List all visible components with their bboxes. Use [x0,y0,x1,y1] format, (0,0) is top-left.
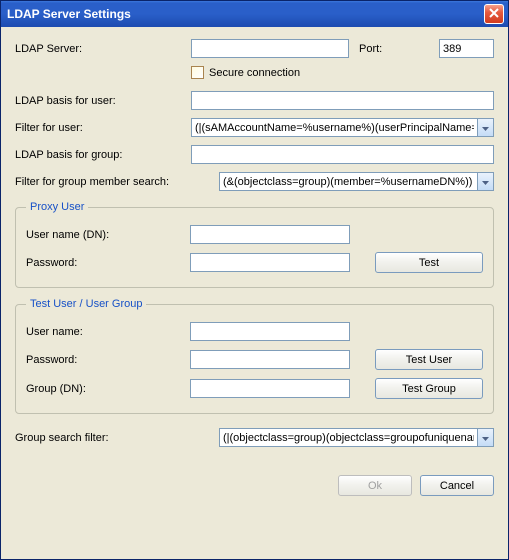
filter-user-label: Filter for user: [15,122,191,134]
test-button[interactable]: Test [375,252,483,273]
ok-button[interactable]: Ok [338,475,412,496]
filter-user-dropdown-button[interactable] [477,118,494,137]
test-group-button[interactable]: Test Group [375,378,483,399]
proxy-username-label: User name (DN): [26,229,190,241]
dialog-content: LDAP Server: Port: Secure connection LDA… [1,27,508,465]
secure-connection-label: Secure connection [209,67,300,79]
chevron-down-icon [482,176,489,188]
filter-group-member-input[interactable] [219,172,477,191]
test-password-label: Password: [26,354,190,366]
window-title: LDAP Server Settings [7,7,484,21]
ldap-server-label: LDAP Server: [15,43,191,55]
proxy-user-group: Proxy User User name (DN): Password: Tes… [15,201,494,288]
ldap-basis-group-label: LDAP basis for group: [15,149,191,161]
proxy-password-label: Password: [26,257,190,269]
test-group-label: Group (DN): [26,383,190,395]
filter-group-member-dropdown-button[interactable] [477,172,494,191]
ldap-basis-user-label: LDAP basis for user: [15,95,191,107]
group-search-filter-input[interactable] [219,428,477,447]
proxy-username-input[interactable] [190,225,350,244]
test-username-label: User name: [26,326,190,338]
test-password-input[interactable] [190,350,350,369]
dialog-footer: Ok Cancel [1,465,508,508]
close-icon [489,7,499,21]
ldap-basis-group-input[interactable] [191,145,494,164]
title-bar: LDAP Server Settings [1,1,508,27]
proxy-password-input[interactable] [190,253,350,272]
port-label: Port: [359,43,399,55]
chevron-down-icon [482,432,489,444]
test-user-group: Test User / User Group User name: Passwo… [15,298,494,414]
test-group-input[interactable] [190,379,350,398]
ldap-server-input[interactable] [191,39,349,58]
port-input[interactable] [439,39,494,58]
test-user-legend: Test User / User Group [26,298,146,310]
chevron-down-icon [482,122,489,134]
close-button[interactable] [484,4,504,24]
group-search-filter-dropdown-button[interactable] [477,428,494,447]
filter-user-input[interactable] [191,118,477,137]
test-username-input[interactable] [190,322,350,341]
proxy-user-legend: Proxy User [26,201,88,213]
group-search-filter-label: Group search filter: [15,432,219,444]
cancel-button[interactable]: Cancel [420,475,494,496]
filter-group-member-label: Filter for group member search: [15,176,219,188]
ldap-basis-user-input[interactable] [191,91,494,110]
secure-connection-checkbox[interactable] [191,66,204,79]
test-user-button[interactable]: Test User [375,349,483,370]
